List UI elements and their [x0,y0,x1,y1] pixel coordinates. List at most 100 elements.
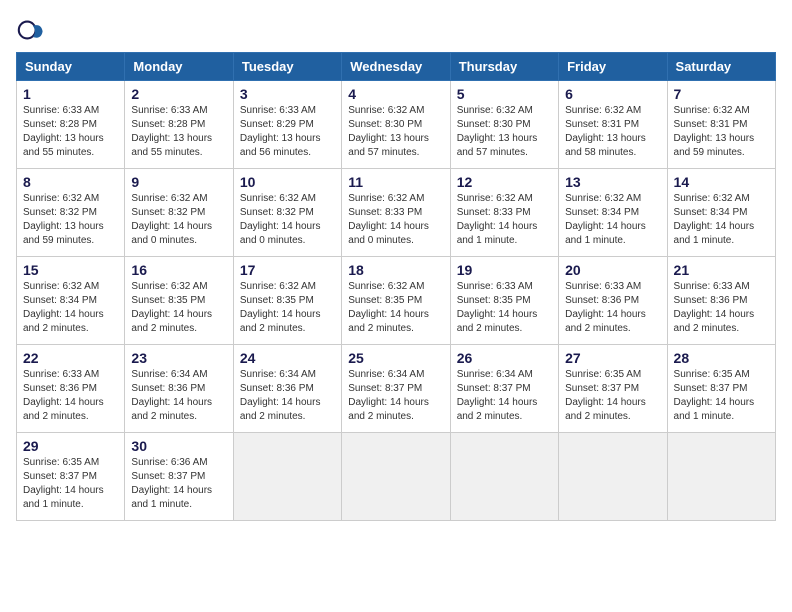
logo [16,16,48,44]
day-number-19: 19 [457,262,552,278]
header-tuesday: Tuesday [233,53,341,81]
day-info-5: Sunrise: 6:32 AM Sunset: 8:30 PM Dayligh… [457,104,552,160]
day-cell-27: 27 Sunrise: 6:35 AM Sunset: 8:37 PM Dayl… [559,345,667,433]
day-cell-4: 4 Sunrise: 6:32 AM Sunset: 8:30 PM Dayli… [342,81,450,169]
week-row-4: 22 Sunrise: 6:33 AM Sunset: 8:36 PM Dayl… [17,345,776,433]
day-cell-3: 3 Sunrise: 6:33 AM Sunset: 8:29 PM Dayli… [233,81,341,169]
day-info-29: Sunrise: 6:35 AM Sunset: 8:37 PM Dayligh… [23,456,118,512]
calendar-table: SundayMondayTuesdayWednesdayThursdayFrid… [16,52,776,521]
day-number-5: 5 [457,86,552,102]
day-info-22: Sunrise: 6:33 AM Sunset: 8:36 PM Dayligh… [23,368,118,424]
day-info-23: Sunrise: 6:34 AM Sunset: 8:36 PM Dayligh… [131,368,226,424]
empty-cell-w5-d7 [667,433,775,521]
day-number-30: 30 [131,438,226,454]
week-row-2: 8 Sunrise: 6:32 AM Sunset: 8:32 PM Dayli… [17,169,776,257]
day-info-24: Sunrise: 6:34 AM Sunset: 8:36 PM Dayligh… [240,368,335,424]
day-cell-13: 13 Sunrise: 6:32 AM Sunset: 8:34 PM Dayl… [559,169,667,257]
day-info-21: Sunrise: 6:33 AM Sunset: 8:36 PM Dayligh… [674,280,769,336]
day-info-10: Sunrise: 6:32 AM Sunset: 8:32 PM Dayligh… [240,192,335,248]
day-cell-21: 21 Sunrise: 6:33 AM Sunset: 8:36 PM Dayl… [667,257,775,345]
day-number-26: 26 [457,350,552,366]
day-cell-9: 9 Sunrise: 6:32 AM Sunset: 8:32 PM Dayli… [125,169,233,257]
calendar-header-row: SundayMondayTuesdayWednesdayThursdayFrid… [17,53,776,81]
day-number-12: 12 [457,174,552,190]
day-cell-2: 2 Sunrise: 6:33 AM Sunset: 8:28 PM Dayli… [125,81,233,169]
day-info-20: Sunrise: 6:33 AM Sunset: 8:36 PM Dayligh… [565,280,660,336]
day-info-4: Sunrise: 6:32 AM Sunset: 8:30 PM Dayligh… [348,104,443,160]
day-info-1: Sunrise: 6:33 AM Sunset: 8:28 PM Dayligh… [23,104,118,160]
logo-icon [16,16,44,44]
day-cell-24: 24 Sunrise: 6:34 AM Sunset: 8:36 PM Dayl… [233,345,341,433]
day-cell-25: 25 Sunrise: 6:34 AM Sunset: 8:37 PM Dayl… [342,345,450,433]
header-sunday: Sunday [17,53,125,81]
day-cell-22: 22 Sunrise: 6:33 AM Sunset: 8:36 PM Dayl… [17,345,125,433]
day-info-6: Sunrise: 6:32 AM Sunset: 8:31 PM Dayligh… [565,104,660,160]
day-cell-19: 19 Sunrise: 6:33 AM Sunset: 8:35 PM Dayl… [450,257,558,345]
day-number-11: 11 [348,174,443,190]
day-info-17: Sunrise: 6:32 AM Sunset: 8:35 PM Dayligh… [240,280,335,336]
page-header [16,16,776,44]
day-info-28: Sunrise: 6:35 AM Sunset: 8:37 PM Dayligh… [674,368,769,424]
header-thursday: Thursday [450,53,558,81]
day-number-10: 10 [240,174,335,190]
day-cell-26: 26 Sunrise: 6:34 AM Sunset: 8:37 PM Dayl… [450,345,558,433]
empty-cell-w5-d6 [559,433,667,521]
day-info-16: Sunrise: 6:32 AM Sunset: 8:35 PM Dayligh… [131,280,226,336]
day-cell-20: 20 Sunrise: 6:33 AM Sunset: 8:36 PM Dayl… [559,257,667,345]
day-number-21: 21 [674,262,769,278]
day-number-16: 16 [131,262,226,278]
day-number-24: 24 [240,350,335,366]
day-number-17: 17 [240,262,335,278]
day-cell-14: 14 Sunrise: 6:32 AM Sunset: 8:34 PM Dayl… [667,169,775,257]
day-number-7: 7 [674,86,769,102]
header-wednesday: Wednesday [342,53,450,81]
day-info-8: Sunrise: 6:32 AM Sunset: 8:32 PM Dayligh… [23,192,118,248]
day-info-12: Sunrise: 6:32 AM Sunset: 8:33 PM Dayligh… [457,192,552,248]
day-number-6: 6 [565,86,660,102]
day-cell-10: 10 Sunrise: 6:32 AM Sunset: 8:32 PM Dayl… [233,169,341,257]
day-number-25: 25 [348,350,443,366]
day-cell-8: 8 Sunrise: 6:32 AM Sunset: 8:32 PM Dayli… [17,169,125,257]
day-info-27: Sunrise: 6:35 AM Sunset: 8:37 PM Dayligh… [565,368,660,424]
day-info-15: Sunrise: 6:32 AM Sunset: 8:34 PM Dayligh… [23,280,118,336]
day-number-20: 20 [565,262,660,278]
header-friday: Friday [559,53,667,81]
header-saturday: Saturday [667,53,775,81]
day-cell-1: 1 Sunrise: 6:33 AM Sunset: 8:28 PM Dayli… [17,81,125,169]
day-cell-16: 16 Sunrise: 6:32 AM Sunset: 8:35 PM Dayl… [125,257,233,345]
day-number-15: 15 [23,262,118,278]
day-cell-18: 18 Sunrise: 6:32 AM Sunset: 8:35 PM Dayl… [342,257,450,345]
day-info-7: Sunrise: 6:32 AM Sunset: 8:31 PM Dayligh… [674,104,769,160]
day-number-28: 28 [674,350,769,366]
day-info-26: Sunrise: 6:34 AM Sunset: 8:37 PM Dayligh… [457,368,552,424]
day-number-9: 9 [131,174,226,190]
day-cell-6: 6 Sunrise: 6:32 AM Sunset: 8:31 PM Dayli… [559,81,667,169]
day-number-4: 4 [348,86,443,102]
day-cell-5: 5 Sunrise: 6:32 AM Sunset: 8:30 PM Dayli… [450,81,558,169]
day-cell-23: 23 Sunrise: 6:34 AM Sunset: 8:36 PM Dayl… [125,345,233,433]
week-row-3: 15 Sunrise: 6:32 AM Sunset: 8:34 PM Dayl… [17,257,776,345]
empty-cell-w5-d3 [233,433,341,521]
day-cell-15: 15 Sunrise: 6:32 AM Sunset: 8:34 PM Dayl… [17,257,125,345]
day-info-3: Sunrise: 6:33 AM Sunset: 8:29 PM Dayligh… [240,104,335,160]
day-number-8: 8 [23,174,118,190]
day-cell-7: 7 Sunrise: 6:32 AM Sunset: 8:31 PM Dayli… [667,81,775,169]
day-cell-28: 28 Sunrise: 6:35 AM Sunset: 8:37 PM Dayl… [667,345,775,433]
day-cell-29: 29 Sunrise: 6:35 AM Sunset: 8:37 PM Dayl… [17,433,125,521]
empty-cell-w5-d5 [450,433,558,521]
day-cell-30: 30 Sunrise: 6:36 AM Sunset: 8:37 PM Dayl… [125,433,233,521]
header-monday: Monday [125,53,233,81]
day-info-11: Sunrise: 6:32 AM Sunset: 8:33 PM Dayligh… [348,192,443,248]
day-info-30: Sunrise: 6:36 AM Sunset: 8:37 PM Dayligh… [131,456,226,512]
day-number-23: 23 [131,350,226,366]
day-number-1: 1 [23,86,118,102]
day-info-25: Sunrise: 6:34 AM Sunset: 8:37 PM Dayligh… [348,368,443,424]
day-cell-17: 17 Sunrise: 6:32 AM Sunset: 8:35 PM Dayl… [233,257,341,345]
empty-cell-w5-d4 [342,433,450,521]
day-number-13: 13 [565,174,660,190]
day-number-22: 22 [23,350,118,366]
day-number-3: 3 [240,86,335,102]
day-cell-11: 11 Sunrise: 6:32 AM Sunset: 8:33 PM Dayl… [342,169,450,257]
day-info-14: Sunrise: 6:32 AM Sunset: 8:34 PM Dayligh… [674,192,769,248]
week-row-1: 1 Sunrise: 6:33 AM Sunset: 8:28 PM Dayli… [17,81,776,169]
